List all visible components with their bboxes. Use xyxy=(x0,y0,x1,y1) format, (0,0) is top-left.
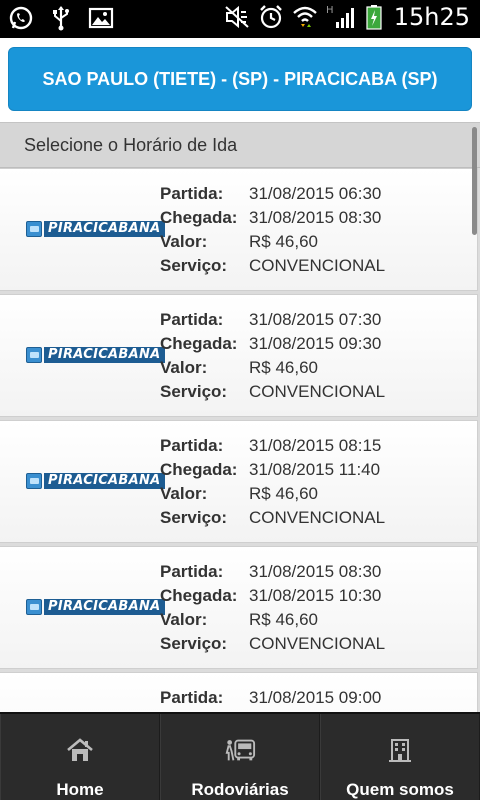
network-badge: H xyxy=(326,5,334,16)
whatsapp-icon xyxy=(8,5,34,31)
trip-item[interactable]: PIRACICABANA Partida: 31/08/2015 07:30 Ch… xyxy=(0,294,478,417)
service-label: Serviço: xyxy=(160,382,228,401)
service-label: Serviço: xyxy=(160,634,228,653)
company-name: PIRACICABANA xyxy=(44,599,165,615)
price-value: R$ 46,60 xyxy=(249,232,318,251)
price-value: R$ 46,60 xyxy=(249,484,318,503)
price-label: Valor: xyxy=(160,232,208,251)
nav-quem-somos-label: Quem somos xyxy=(346,780,454,799)
route-title: SAO PAULO (TIETE) - (SP) - PIRACICABA (S… xyxy=(42,68,438,89)
section-header: Selecione o Horário de Ida xyxy=(0,122,480,168)
nav-rodoviarias[interactable]: Rodoviárias xyxy=(160,714,320,800)
wifi-icon xyxy=(292,4,318,30)
service-label: Serviço: xyxy=(160,508,228,527)
building-icon xyxy=(384,736,416,764)
service-value: CONVENCIONAL xyxy=(249,634,386,653)
departure-value: 31/08/2015 06:30 xyxy=(249,184,382,203)
service-value: CONVENCIONAL xyxy=(249,256,386,275)
departure-value: 31/08/2015 08:30 xyxy=(249,562,382,581)
status-bar: H 15h25 xyxy=(0,0,480,38)
arrival-label: Chegada: xyxy=(160,334,238,353)
price-value: R$ 46,60 xyxy=(249,610,318,629)
bottom-navigation: Home Rodoviárias Quem somos xyxy=(0,712,480,800)
arrival-value: 31/08/2015 10:30 xyxy=(249,586,382,605)
schedule-panel: Selecione o Horário de Ida PIRACICABANA … xyxy=(0,122,480,712)
signal-icon: H xyxy=(326,4,358,30)
arrival-value: 31/08/2015 09:30 xyxy=(249,334,382,353)
route-header: SAO PAULO (TIETE) - (SP) - PIRACICABA (S… xyxy=(0,38,480,122)
company-logo: PIRACICABANA xyxy=(26,347,165,363)
arrival-label: Chegada: xyxy=(160,460,238,479)
company-logo: PIRACICABANA xyxy=(26,473,165,489)
status-bar-notifications xyxy=(8,5,114,31)
departure-label: Partida: xyxy=(160,184,224,203)
section-title: Selecione o Horário de Ida xyxy=(24,135,238,155)
nav-home[interactable]: Home xyxy=(0,714,160,800)
departure-label: Partida: xyxy=(160,436,224,455)
company-name: PIRACICABANA xyxy=(44,347,165,363)
arrival-label: Chegada: xyxy=(160,586,238,605)
price-label: Valor: xyxy=(160,358,208,377)
departure-label: Partida: xyxy=(160,310,224,329)
nav-home-label: Home xyxy=(56,780,104,799)
departure-label: Partida: xyxy=(160,688,224,707)
scrollbar[interactable] xyxy=(472,127,477,235)
company-logo: PIRACICABANA xyxy=(26,599,165,615)
price-value: R$ 46,60 xyxy=(249,358,318,377)
departure-value: 31/08/2015 08:15 xyxy=(249,436,382,455)
image-icon xyxy=(88,5,114,31)
arrival-label: Chegada: xyxy=(160,208,238,227)
route-button[interactable]: SAO PAULO (TIETE) - (SP) - PIRACICABA (S… xyxy=(8,47,472,111)
departure-label: Partida: xyxy=(160,562,224,581)
service-label: Serviço: xyxy=(160,256,228,275)
departure-value: 31/08/2015 09:00 xyxy=(249,688,382,707)
service-value: CONVENCIONAL xyxy=(249,508,386,527)
trip-item[interactable]: PIRACICABANA Partida: 31/08/2015 08:15 Ch… xyxy=(0,420,478,543)
bus-logo-icon xyxy=(26,221,42,237)
clock: 15h25 xyxy=(393,3,470,31)
company-name: PIRACICABANA xyxy=(44,473,165,489)
battery-icon xyxy=(366,4,382,30)
mute-icon xyxy=(224,4,250,30)
nav-rodoviarias-label: Rodoviárias xyxy=(191,780,289,799)
price-label: Valor: xyxy=(160,610,208,629)
bus-station-icon xyxy=(224,736,256,764)
trip-item[interactable]: Partida: 31/08/2015 09:00 xyxy=(0,672,478,712)
company-name: PIRACICABANA xyxy=(44,221,165,237)
alarm-icon xyxy=(258,4,284,30)
status-bar-system: H 15h25 xyxy=(224,3,470,31)
company-logo: PIRACICABANA xyxy=(26,221,165,237)
trip-item[interactable]: PIRACICABANA Partida: 31/08/2015 06:30 Ch… xyxy=(0,168,478,291)
arrival-value: 31/08/2015 11:40 xyxy=(249,460,381,479)
bus-logo-icon xyxy=(26,473,42,489)
nav-quem-somos[interactable]: Quem somos xyxy=(320,714,480,800)
departure-value: 31/08/2015 07:30 xyxy=(249,310,382,329)
trip-item[interactable]: PIRACICABANA Partida: 31/08/2015 08:30 Ch… xyxy=(0,546,478,669)
price-label: Valor: xyxy=(160,484,208,503)
home-icon xyxy=(64,736,96,764)
usb-icon xyxy=(48,5,74,31)
service-value: CONVENCIONAL xyxy=(249,382,386,401)
bus-logo-icon xyxy=(26,599,42,615)
bus-logo-icon xyxy=(26,347,42,363)
arrival-value: 31/08/2015 08:30 xyxy=(249,208,382,227)
